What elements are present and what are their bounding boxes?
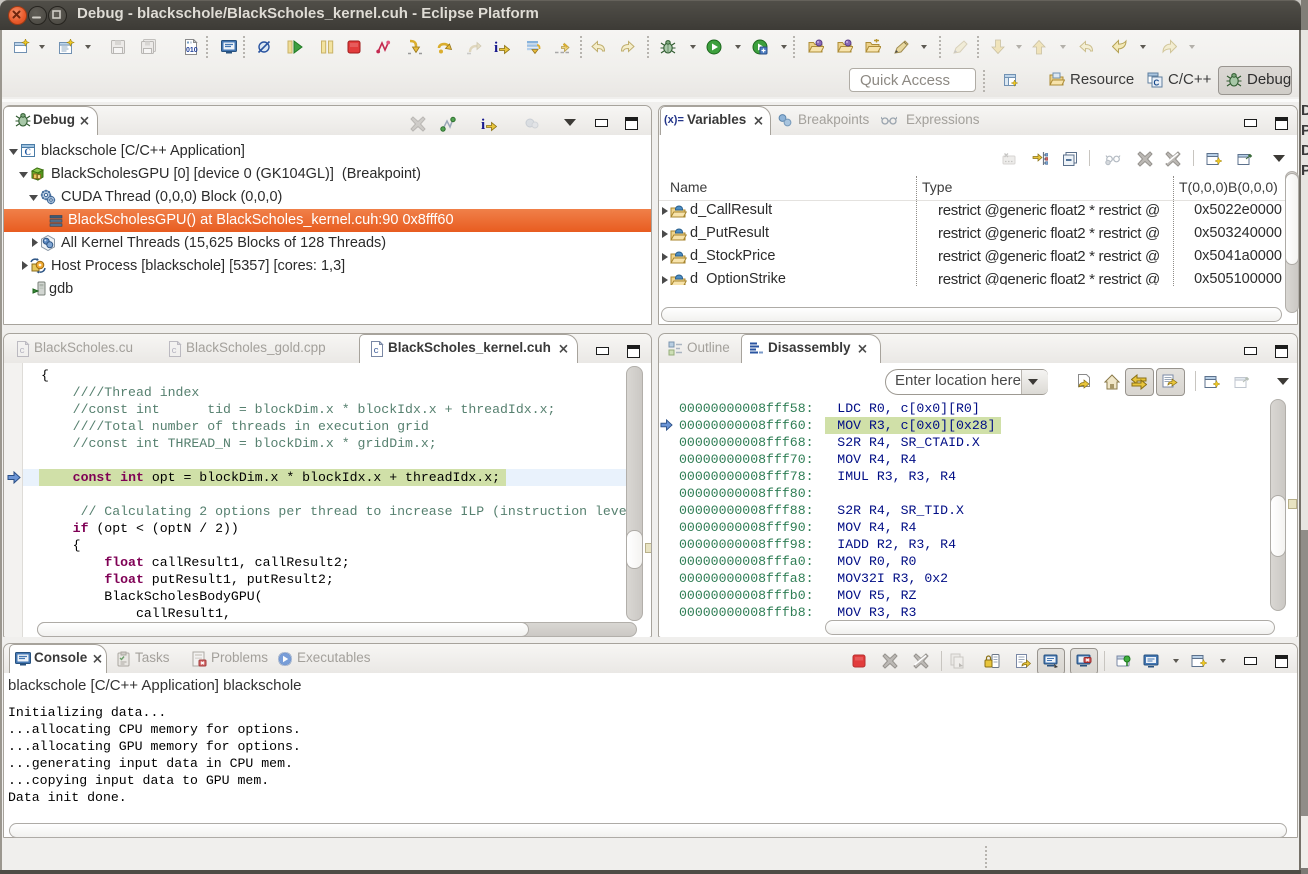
svg-text:c: c <box>20 346 25 356</box>
svg-text:i: i <box>481 117 485 132</box>
svg-text:c: c <box>374 346 379 356</box>
svg-text:C: C <box>25 147 32 157</box>
svg-text:C: C <box>1154 79 1160 88</box>
svg-text:c: c <box>172 346 177 356</box>
svg-text:i: i <box>494 40 498 55</box>
svg-text:010: 010 <box>186 47 198 54</box>
